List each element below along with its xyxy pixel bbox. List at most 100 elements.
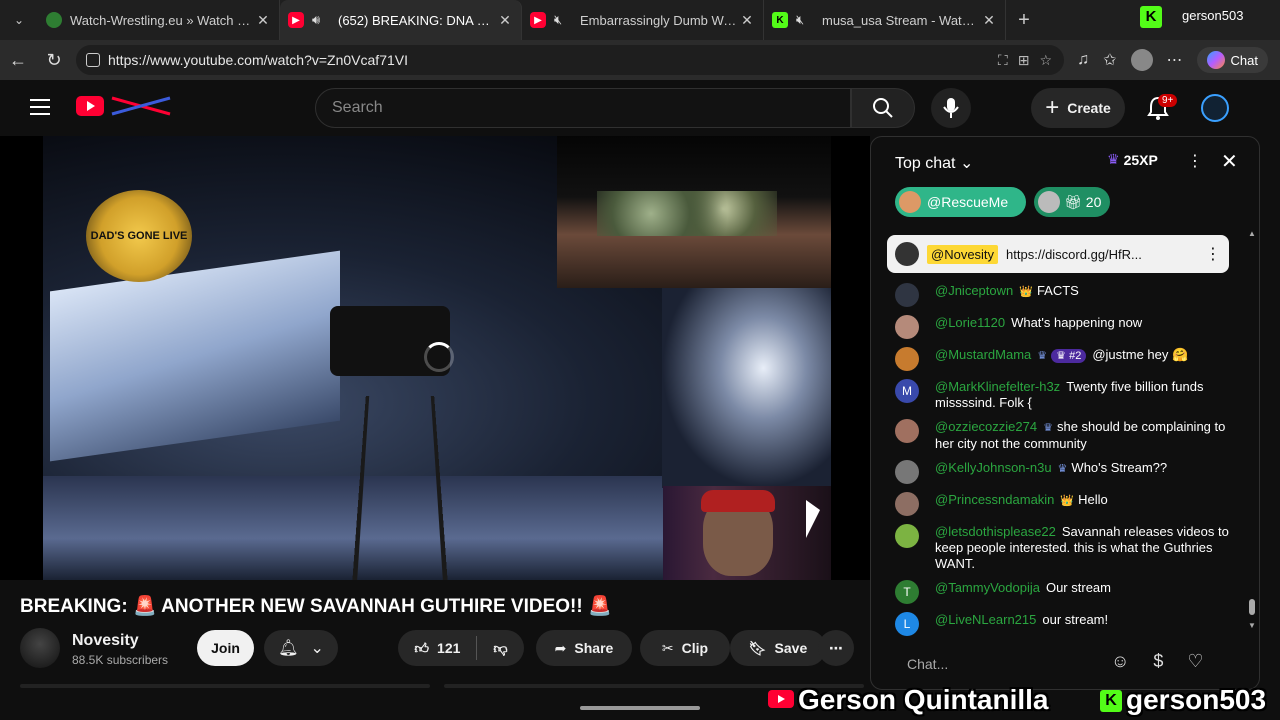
muted-speaker-icon[interactable]: 🔇︎	[554, 12, 572, 28]
xp-badge[interactable]: ♛ 25XP	[1107, 151, 1158, 168]
ticker-value: 20	[1085, 194, 1102, 210]
like-button[interactable]: 👍︎ 121	[414, 640, 460, 657]
chevron-down-icon: ⌄	[310, 640, 324, 657]
emoji-icon[interactable]: ☺	[1111, 651, 1129, 672]
channel-name[interactable]: Novesity	[72, 632, 139, 650]
avatar[interactable]	[895, 347, 919, 371]
profile-avatar[interactable]	[1130, 49, 1153, 71]
inset-desert-view	[557, 136, 831, 288]
avatar[interactable]	[895, 492, 919, 516]
favorites-icon[interactable]: ✩	[1103, 50, 1116, 70]
close-tab-icon[interactable]: ✕	[981, 12, 997, 29]
pinned-text[interactable]: https://discord.gg/HfR...	[1006, 247, 1197, 262]
youtube-logo[interactable]	[76, 96, 104, 116]
message-author[interactable]: @ozziecozzie274	[935, 419, 1037, 434]
more-actions-button[interactable]: ⋯	[818, 630, 854, 666]
super-chat-icon[interactable]: $	[1153, 651, 1163, 672]
top-chat-dropdown[interactable]: Top chat ⌄	[895, 153, 973, 173]
message-author[interactable]: @Lorie1120	[935, 315, 1005, 330]
avatar[interactable]: L	[895, 612, 919, 636]
voice-search-button[interactable]	[931, 88, 971, 128]
avatar[interactable]: T	[895, 580, 919, 604]
message-author[interactable]: @letsdothisplease22	[935, 524, 1056, 539]
video-player[interactable]: DAD'S GONE LIVE	[0, 136, 870, 580]
account-avatar[interactable]	[1201, 94, 1229, 122]
apps-icon[interactable]: ⊞	[1018, 52, 1030, 69]
message-author[interactable]: @Princessndamakin	[935, 492, 1054, 507]
scissors-icon: ✂	[661, 639, 674, 656]
chat-input[interactable]: Chat...	[887, 647, 1141, 681]
chat-message: T @TammyVodopija Our stream	[895, 576, 1231, 608]
bell-icon: 🔔︎	[278, 640, 299, 657]
reload-icon[interactable]: ↻	[36, 42, 72, 78]
avatar[interactable]	[895, 283, 919, 307]
crown-icon: ♛	[1107, 151, 1120, 167]
more-menu-icon[interactable]: ⋯	[1167, 50, 1183, 70]
browser-tab-1[interactable]: Watch-Wrestling.eu » Watch Wres ✕	[38, 0, 280, 40]
plus-icon: +	[1045, 94, 1060, 121]
scroll-down-icon[interactable]: ▼	[1247, 621, 1257, 630]
member-badge-icon: ♛	[1037, 350, 1048, 362]
clip-button[interactable]: ✂ Clip	[640, 630, 730, 666]
hamburger-menu-icon[interactable]	[30, 99, 50, 120]
avatar[interactable]	[895, 419, 919, 443]
message-author[interactable]: @Jniceptown	[935, 283, 1013, 298]
clip-label: Clip	[681, 640, 709, 656]
chat-message: @ozziecozzie274 ♛ she should be complainin…	[895, 415, 1231, 456]
green-circle-icon	[46, 12, 62, 28]
search-button[interactable]	[851, 88, 915, 128]
site-info-icon[interactable]	[86, 53, 100, 67]
ticker-item[interactable]: @RescueMe	[895, 187, 1026, 217]
gift-icon: 🎁︎	[1064, 193, 1082, 210]
chat-scrollbar[interactable]: ▲ ▼	[1247, 229, 1257, 633]
create-button[interactable]: + Create	[1031, 88, 1125, 128]
join-button[interactable]: Join	[197, 630, 254, 666]
chat-message: @KellyJohnson-n3u ♛ Who's Stream??	[895, 456, 1231, 488]
scrollbar-thumb[interactable]	[1249, 599, 1255, 615]
message-author[interactable]: @TammyVodopija	[935, 580, 1040, 595]
thumbs-down-icon[interactable]: 👎︎	[493, 640, 507, 657]
message-text: What's happening now	[1011, 315, 1143, 330]
message-author[interactable]: @LiveNLearn215	[935, 612, 1036, 627]
ticker-item[interactable]: 🎁︎ 20	[1034, 187, 1110, 217]
pinned-author: @Novesity	[927, 244, 999, 264]
message-author[interactable]: @MustardMama	[935, 347, 1031, 362]
favorite-star-icon[interactable]: ☆	[1039, 52, 1052, 69]
custom-logo-icon	[111, 96, 171, 116]
close-tab-icon[interactable]: ✕	[739, 12, 755, 29]
search-input[interactable]: Search	[315, 88, 851, 128]
avatar[interactable]	[895, 524, 919, 548]
new-tab-button[interactable]: +	[1006, 9, 1042, 32]
chat-more-icon[interactable]: ⋮	[1187, 151, 1203, 171]
pinned-message[interactable]: @Novesity https://discord.gg/HfR... ⋮	[887, 235, 1229, 273]
profile-name[interactable]: gerson503	[1182, 8, 1243, 23]
avatar[interactable]: M	[895, 379, 919, 403]
translate-icon[interactable]: ⛶	[998, 52, 1008, 69]
browser-tab-3[interactable]: ▶ 🔇︎ Embarrassingly Dumb Ways P ✕	[522, 0, 764, 40]
browser-tab-2[interactable]: ▶ 🔊︎ (652) BREAKING: DNA MATCH ✕	[280, 0, 522, 40]
message-author[interactable]: @KellyJohnson-n3u	[935, 460, 1052, 475]
pinned-more-icon[interactable]: ⋮	[1205, 244, 1221, 264]
copilot-icon	[1206, 51, 1225, 69]
share-button[interactable]: ➦ Share	[536, 630, 632, 666]
more-dots-icon: ⋯	[829, 639, 843, 656]
close-tab-icon[interactable]: ✕	[255, 12, 271, 29]
avatar[interactable]	[895, 460, 919, 484]
close-chat-icon[interactable]: ✕	[1221, 149, 1238, 174]
browser-tab-4[interactable]: K 🔇︎ musa_usa Stream - Watch Live ✕	[764, 0, 1006, 40]
scroll-up-icon[interactable]: ▲	[1247, 229, 1257, 238]
back-arrow-icon[interactable]: ←	[0, 42, 36, 78]
extensions-icon[interactable]: ♫	[1077, 51, 1089, 69]
subscription-bell-button[interactable]: 🔔︎ ⌄	[264, 630, 338, 666]
tab-list-chevron-icon[interactable]: ⌄	[0, 0, 38, 40]
url-field[interactable]: https://www.youtube.com/watch?v=Zn0Vcaf7…	[76, 45, 1064, 75]
save-button[interactable]: 🔖︎ Save	[730, 630, 826, 666]
copilot-chat-button[interactable]: Chat	[1196, 47, 1268, 73]
close-tab-icon[interactable]: ✕	[497, 12, 513, 29]
heart-icon[interactable]: ♡	[1187, 651, 1203, 672]
channel-avatar[interactable]	[20, 628, 60, 668]
message-author[interactable]: @MarkKlinefelter-h3z	[935, 379, 1060, 394]
avatar[interactable]	[895, 315, 919, 339]
muted-speaker-icon[interactable]: 🔇︎	[796, 12, 814, 28]
speaker-icon[interactable]: 🔊︎	[312, 12, 330, 28]
